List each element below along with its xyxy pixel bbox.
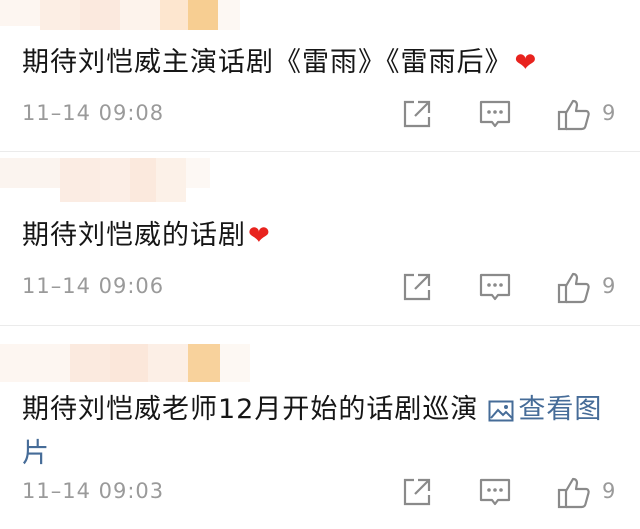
comment-body: 期待刘恺威老师12月开始的话剧巡演 — [22, 394, 479, 425]
comment-text: 期待刘恺威的话剧❤ — [22, 216, 271, 256]
thumbs-up-icon[interactable] — [556, 97, 592, 133]
comment-icon[interactable] — [478, 475, 512, 509]
share-icon[interactable] — [400, 97, 434, 131]
heart-emoji: ❤ — [514, 48, 538, 78]
comment-icon[interactable] — [478, 270, 512, 304]
thumbs-up-icon[interactable] — [556, 475, 592, 511]
timestamp: 11–14 09:06 — [22, 274, 165, 298]
share-icon[interactable] — [400, 270, 434, 304]
comment-meta: 11–14 09:03 9 — [0, 475, 640, 511]
blurred-username — [0, 344, 250, 386]
comment-3: 期待刘恺威老师12月开始的话剧巡演 查看图片 11–14 09:03 9 — [0, 326, 640, 529]
timestamp: 11–14 09:03 — [22, 479, 165, 503]
comment-text: 期待刘恺威主演话剧《雷雨》《雷雨后》❤ — [22, 43, 537, 83]
comment-meta: 11–14 09:06 9 — [0, 270, 640, 306]
like-count: 9 — [602, 479, 616, 503]
comment-body: 期待刘恺威主演话剧《雷雨》《雷雨后》 — [22, 47, 513, 78]
heart-emoji: ❤ — [248, 221, 271, 251]
like-count: 9 — [602, 274, 616, 298]
comment-meta: 11–14 09:08 9 — [0, 97, 640, 133]
timestamp: 11–14 09:08 — [22, 101, 165, 125]
comment-icon[interactable] — [478, 97, 512, 131]
comment-2: 期待刘恺威的话剧❤ 11–14 09:06 9 — [0, 152, 640, 324]
comment-1: 期待刘恺威主演话剧《雷雨》《雷雨后》❤ 11–14 09:08 9 — [0, 0, 640, 150]
blurred-username — [0, 158, 210, 206]
comment-body: 期待刘恺威的话剧 — [22, 220, 246, 251]
share-icon[interactable] — [400, 475, 434, 509]
thumbs-up-icon[interactable] — [556, 270, 592, 306]
like-count: 9 — [602, 101, 616, 125]
picture-icon — [488, 394, 514, 434]
blurred-username — [0, 0, 240, 32]
comment-text: 期待刘恺威老师12月开始的话剧巡演 查看图片 — [22, 390, 622, 474]
